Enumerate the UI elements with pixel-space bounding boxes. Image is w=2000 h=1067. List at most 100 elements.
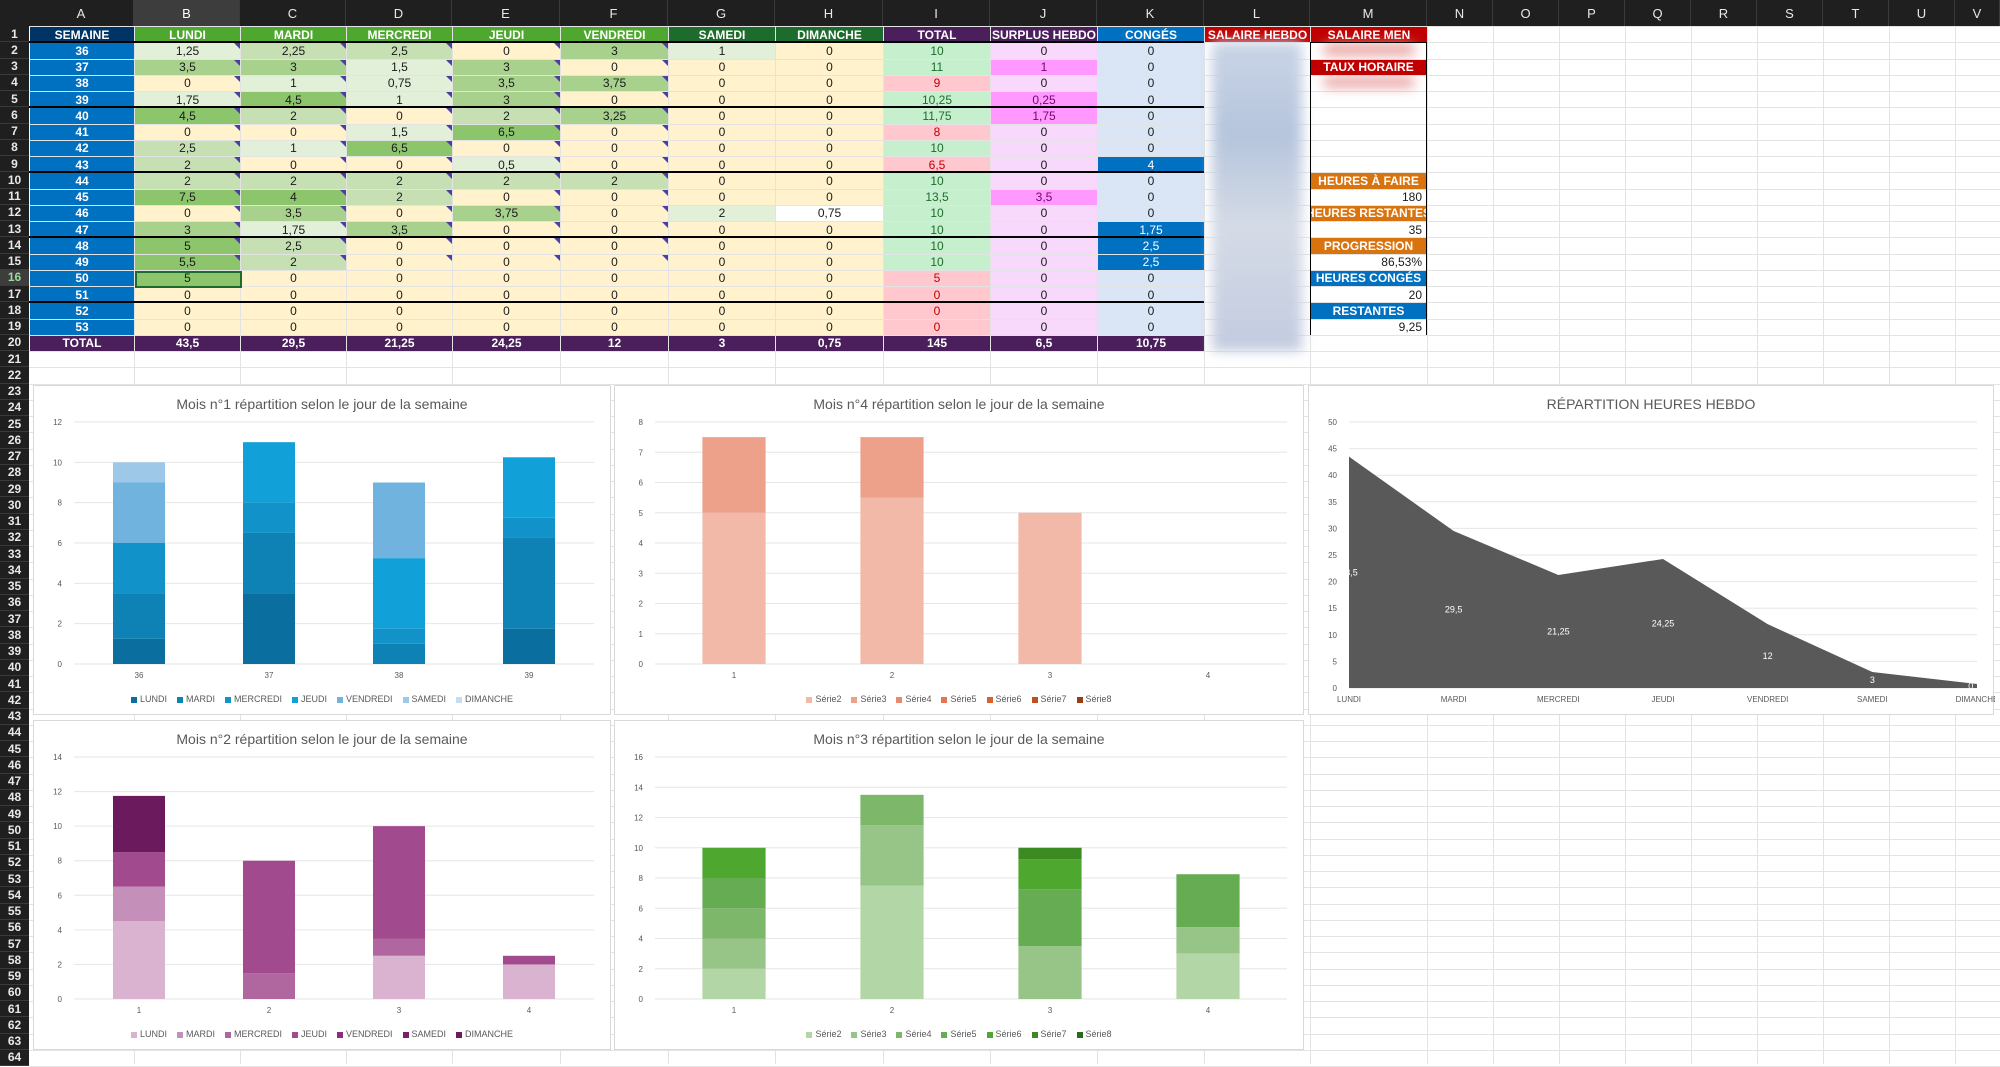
row-header-59[interactable]: 59	[0, 968, 29, 985]
table-cell-mardi-w36[interactable]: 2,25	[241, 43, 346, 59]
table-cell-surplus-hebdo-w52[interactable]: 0	[991, 303, 1097, 319]
table-cell-samedi-w53[interactable]: 0	[669, 319, 775, 335]
table-cell-mardi-w42[interactable]: 1	[241, 140, 346, 156]
table-cell-mercredi-w39[interactable]: 1	[347, 92, 452, 108]
table-cell-vendredi-w46[interactable]: 0	[561, 205, 668, 221]
table-cell-surplus-hebdo-w43[interactable]: 0	[991, 157, 1097, 173]
row-header-36[interactable]: 36	[0, 594, 29, 611]
column-header-t[interactable]: T	[1823, 0, 1889, 26]
table-cell-surplus-hebdo-w39[interactable]: 0,25	[991, 92, 1097, 108]
table-cell-mercredi-w50[interactable]: 0	[347, 270, 452, 286]
table-cell-mardi-w49[interactable]: 2	[241, 254, 346, 270]
table-cell-vendredi-w47[interactable]: 0	[561, 222, 668, 238]
table-cell-vendredi-w37[interactable]: 0	[561, 59, 668, 75]
table-cell-cong-s-w46[interactable]: 0	[1098, 205, 1204, 221]
table-cell-dimanche-w43[interactable]: 0	[776, 157, 883, 173]
table-cell-surplus-hebdo-w50[interactable]: 0	[991, 270, 1097, 286]
table-cell-surplus-hebdo-w47[interactable]: 0	[991, 222, 1097, 238]
row-header-21[interactable]: 21	[0, 351, 29, 368]
row-header-51[interactable]: 51	[0, 838, 29, 855]
row-header-15[interactable]: 15	[0, 253, 29, 270]
table-cell-dimanche-w52[interactable]: 0	[776, 303, 883, 319]
column-header-f[interactable]: F	[560, 0, 668, 26]
column-header-b[interactable]: B	[134, 0, 240, 26]
table-cell-mercredi-w53[interactable]: 0	[347, 319, 452, 335]
table-cell-cong-s-w41[interactable]: 0	[1098, 124, 1204, 140]
table-cell-mardi-w51[interactable]: 0	[241, 287, 346, 303]
table-cell-dimanche-w39[interactable]: 0	[776, 92, 883, 108]
table-cell-total-w39[interactable]: 10,25	[884, 92, 990, 108]
row-header-43[interactable]: 43	[0, 708, 29, 725]
table-cell-jeudi-w42[interactable]: 0	[453, 140, 560, 156]
table-cell-jeudi-w36[interactable]: 0	[453, 43, 560, 59]
table-cell-surplus-hebdo-w37[interactable]: 1	[991, 59, 1097, 75]
table-cell-lundi-w47[interactable]: 3	[135, 222, 240, 238]
row-header-35[interactable]: 35	[0, 578, 29, 595]
table-cell-dimanche-w41[interactable]: 0	[776, 124, 883, 140]
table-cell-surplus-hebdo-w44[interactable]: 0	[991, 173, 1097, 189]
table-cell-samedi-w40[interactable]: 0	[669, 108, 775, 124]
column-header-n[interactable]: N	[1427, 0, 1493, 26]
table-cell-mardi-w43[interactable]: 0	[241, 157, 346, 173]
table-cell-lundi-w38[interactable]: 0	[135, 75, 240, 91]
table-cell-jeudi-w43[interactable]: 0,5	[453, 157, 560, 173]
table-cell-dimanche-w42[interactable]: 0	[776, 140, 883, 156]
table-cell-samedi-w43[interactable]: 0	[669, 157, 775, 173]
table-cell-mercredi-w43[interactable]: 0	[347, 157, 452, 173]
table-cell-mercredi-w52[interactable]: 0	[347, 303, 452, 319]
row-header-10[interactable]: 10	[0, 172, 29, 189]
table-cell-semaine-w42[interactable]: 42	[30, 140, 134, 156]
row-header-22[interactable]: 22	[0, 367, 29, 384]
table-cell-surplus-hebdo-w41[interactable]: 0	[991, 124, 1097, 140]
table-cell-mardi-w50[interactable]: 0	[241, 270, 346, 286]
row-header-23[interactable]: 23	[0, 383, 29, 400]
table-cell-semaine-w46[interactable]: 46	[30, 205, 134, 221]
row-header-34[interactable]: 34	[0, 562, 29, 579]
table-cell-jeudi-w45[interactable]: 0	[453, 189, 560, 205]
table-cell-mercredi-w36[interactable]: 2,5	[347, 43, 452, 59]
table-cell-samedi-w49[interactable]: 0	[669, 254, 775, 270]
table-cell-mercredi-w46[interactable]: 0	[347, 205, 452, 221]
row-header-56[interactable]: 56	[0, 919, 29, 936]
column-header-a[interactable]: A	[29, 0, 134, 26]
table-cell-samedi-w51[interactable]: 0	[669, 287, 775, 303]
table-cell-mercredi-w45[interactable]: 2	[347, 189, 452, 205]
table-cell-total-w45[interactable]: 13,5	[884, 189, 990, 205]
column-header-s[interactable]: S	[1757, 0, 1823, 26]
table-cell-vendredi-w43[interactable]: 0	[561, 157, 668, 173]
row-header-60[interactable]: 60	[0, 984, 29, 1001]
chart-mois1[interactable]: Mois n°1 répartition selon le jour de la…	[33, 385, 611, 715]
table-cell-samedi-w45[interactable]: 0	[669, 189, 775, 205]
active-cell-b16[interactable]	[135, 270, 242, 288]
row-header-37[interactable]: 37	[0, 611, 29, 628]
column-header-g[interactable]: G	[668, 0, 775, 26]
table-cell-cong-s-w42[interactable]: 0	[1098, 140, 1204, 156]
select-all-corner[interactable]	[0, 0, 29, 26]
table-cell-vendredi-w39[interactable]: 0	[561, 92, 668, 108]
row-header-50[interactable]: 50	[0, 822, 29, 839]
table-cell-total-w48[interactable]: 10	[884, 238, 990, 254]
table-cell-total-w40[interactable]: 11,75	[884, 108, 990, 124]
table-cell-total-w47[interactable]: 10	[884, 222, 990, 238]
row-header-7[interactable]: 7	[0, 123, 29, 140]
column-header-u[interactable]: U	[1889, 0, 1955, 26]
table-cell-lundi-w36[interactable]: 1,25	[135, 43, 240, 59]
row-header-45[interactable]: 45	[0, 741, 29, 758]
table-cell-semaine-w44[interactable]: 44	[30, 173, 134, 189]
table-cell-total-w46[interactable]: 10	[884, 205, 990, 221]
table-cell-vendredi-w51[interactable]: 0	[561, 287, 668, 303]
row-header-53[interactable]: 53	[0, 871, 29, 888]
table-cell-dimanche-w50[interactable]: 0	[776, 270, 883, 286]
table-cell-jeudi-w47[interactable]: 0	[453, 222, 560, 238]
table-cell-surplus-hebdo-w45[interactable]: 3,5	[991, 189, 1097, 205]
table-cell-jeudi-w46[interactable]: 3,75	[453, 205, 560, 221]
row-header-40[interactable]: 40	[0, 659, 29, 676]
table-cell-cong-s-w50[interactable]: 0	[1098, 270, 1204, 286]
row-header-13[interactable]: 13	[0, 221, 29, 238]
table-cell-dimanche-w38[interactable]: 0	[776, 75, 883, 91]
row-header-27[interactable]: 27	[0, 448, 29, 465]
row-header-29[interactable]: 29	[0, 481, 29, 498]
table-cell-lundi-w40[interactable]: 4,5	[135, 108, 240, 124]
table-cell-vendredi-w45[interactable]: 0	[561, 189, 668, 205]
table-cell-semaine-w36[interactable]: 36	[30, 43, 134, 59]
